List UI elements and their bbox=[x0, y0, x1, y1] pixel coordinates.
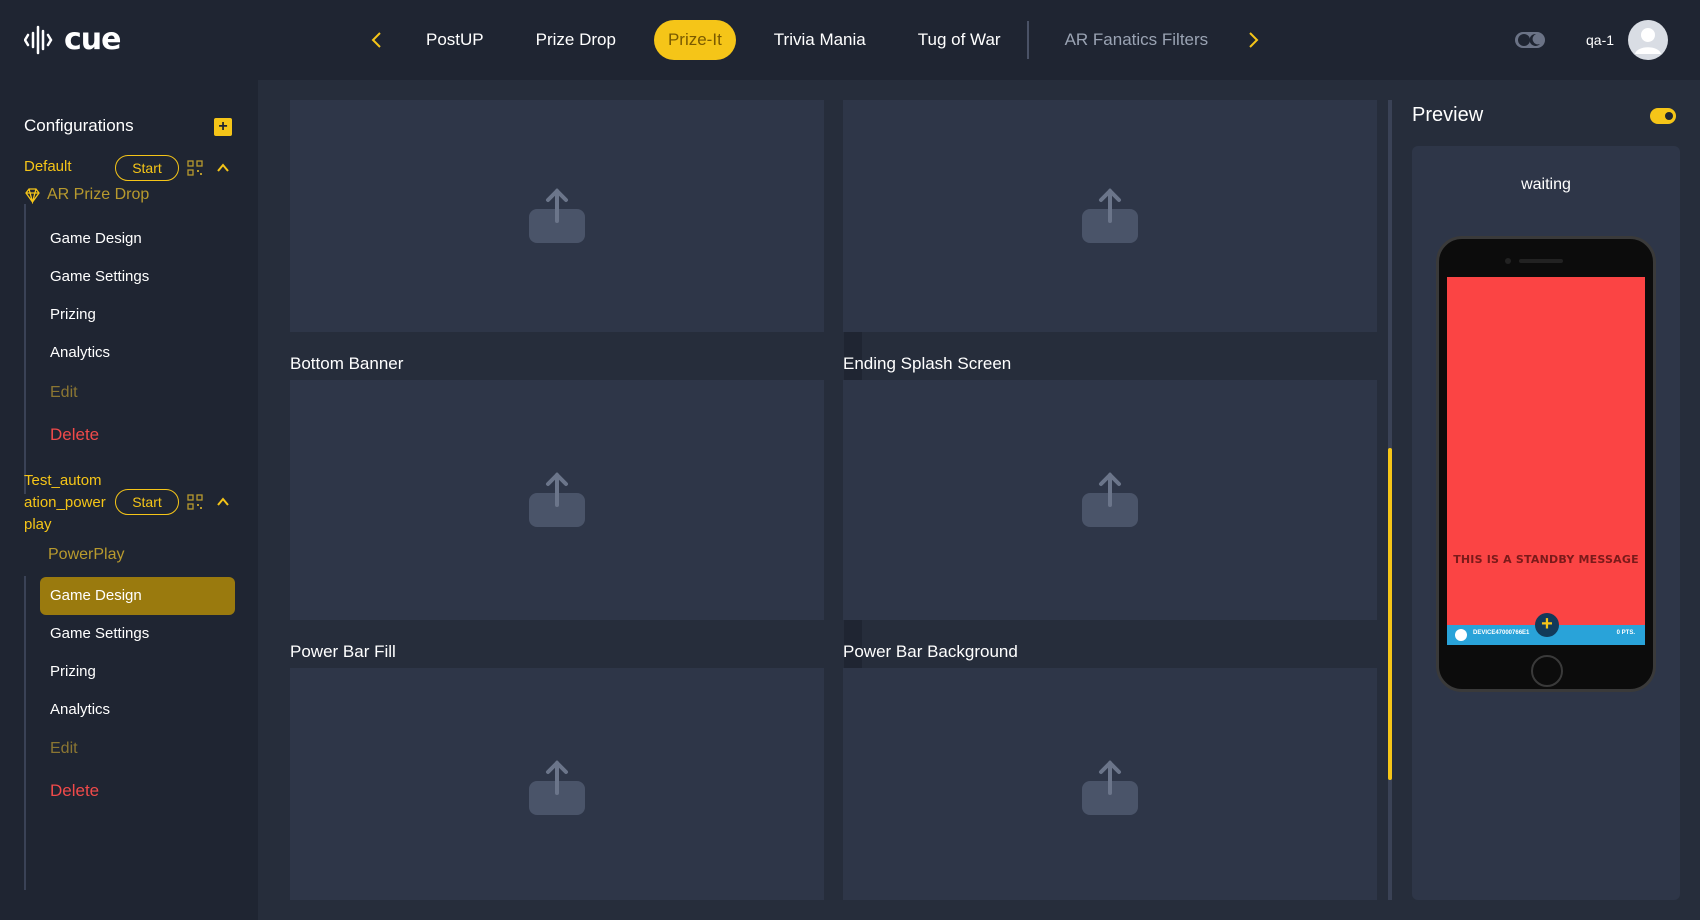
tab-prize-it[interactable]: Prize-It bbox=[653, 20, 736, 60]
phone-camera bbox=[1505, 258, 1511, 264]
menu-analytics[interactable]: Analytics bbox=[40, 691, 235, 729]
tree-line bbox=[24, 204, 26, 494]
game-tabs: PostUP Prize Drop Prize-It Trivia Mania … bbox=[412, 20, 1222, 60]
delete-button[interactable]: Delete bbox=[40, 772, 235, 810]
menu-analytics[interactable]: Analytics bbox=[40, 334, 235, 372]
config-name-default[interactable]: Default bbox=[24, 156, 72, 178]
phone-home-button bbox=[1531, 655, 1563, 687]
preview-status: waiting bbox=[1521, 176, 1571, 193]
menu-game-design[interactable]: Game Design bbox=[40, 220, 235, 258]
upload-icon bbox=[529, 760, 585, 815]
chevron-right-icon[interactable] bbox=[1242, 26, 1266, 54]
config-name-line: Test_autom bbox=[24, 472, 102, 489]
phone-mockup: THIS IS A STANDBY MESSAGE + DEVICE470007… bbox=[1436, 236, 1656, 692]
start-button-test-automation[interactable]: Start bbox=[115, 489, 179, 515]
tab-trivia-mania[interactable]: Trivia Mania bbox=[760, 20, 880, 60]
logo-text: cue bbox=[64, 22, 121, 57]
upload-dropzone-bottom-banner[interactable] bbox=[290, 380, 824, 620]
preview-toggle[interactable] bbox=[1650, 108, 1676, 124]
upload-grid: Bottom Banner Ending Splash Screen Power… bbox=[278, 100, 1394, 900]
diamond-icon bbox=[25, 187, 40, 204]
qr-code-icon[interactable] bbox=[187, 494, 203, 510]
upload-icon bbox=[1082, 472, 1138, 527]
user-name: qa-1 bbox=[1586, 32, 1615, 48]
upload-icon bbox=[529, 472, 585, 527]
scrollbar-thumb[interactable] bbox=[1388, 448, 1392, 780]
config-name-line: play bbox=[24, 516, 52, 533]
top-bar: cue PostUP Prize Drop Prize-It Trivia Ma… bbox=[0, 0, 1700, 80]
scrollbar[interactable] bbox=[1388, 100, 1392, 900]
game-type-ar-prize-drop: AR Prize Drop bbox=[24, 186, 149, 204]
points: 0 PTS. bbox=[1616, 630, 1635, 636]
tab-ar-fanatics-filters[interactable]: AR Fanatics Filters bbox=[1051, 20, 1223, 60]
app-logo[interactable]: cue bbox=[24, 22, 121, 57]
upload-label-power-bar-background: Power Bar Background bbox=[843, 642, 1018, 661]
configurations-title: Configurations bbox=[24, 116, 134, 135]
tab-postup[interactable]: PostUP bbox=[412, 20, 498, 60]
upload-label-power-bar-fill: Power Bar Fill bbox=[290, 642, 396, 661]
logo-waveform-icon bbox=[24, 25, 53, 54]
add-configuration-button[interactable]: + bbox=[214, 118, 232, 136]
upload-dropzone-power-bar-fill[interactable] bbox=[290, 668, 824, 900]
phone-status-bar: + DEVICE47000766E1 0 PTS. bbox=[1447, 613, 1645, 645]
phone-speaker bbox=[1519, 259, 1563, 263]
chevron-left-icon[interactable] bbox=[364, 26, 388, 54]
upload-dropzone[interactable] bbox=[290, 100, 824, 332]
tree-line bbox=[24, 576, 26, 890]
tab-divider bbox=[1026, 21, 1029, 59]
device-id: DEVICE47000766E1 bbox=[1473, 630, 1530, 636]
collapse-chevron-icon[interactable] bbox=[216, 495, 230, 509]
edit-button[interactable]: Edit bbox=[40, 374, 235, 412]
plus-icon: + bbox=[1535, 613, 1559, 637]
tab-tug-of-war[interactable]: Tug of War bbox=[904, 20, 1015, 60]
edit-button[interactable]: Edit bbox=[40, 730, 235, 768]
collapse-chevron-icon[interactable] bbox=[216, 161, 230, 175]
tab-prize-drop[interactable]: Prize Drop bbox=[522, 20, 630, 60]
delete-button[interactable]: Delete bbox=[40, 416, 235, 454]
theme-toggle[interactable] bbox=[1514, 30, 1546, 50]
upload-label-ending-splash: Ending Splash Screen bbox=[843, 354, 1012, 373]
qr-code-icon[interactable] bbox=[187, 160, 203, 176]
menu-prizing[interactable]: Prizing bbox=[40, 296, 235, 334]
game-type-powerplay: PowerPlay bbox=[48, 546, 124, 564]
menu-game-settings[interactable]: Game Settings bbox=[40, 615, 235, 653]
menu-game-design[interactable]: Game Design bbox=[40, 577, 235, 615]
preview-title: Preview bbox=[1412, 104, 1484, 126]
game-type-label: AR Prize Drop bbox=[47, 186, 150, 203]
preview-panel: waiting THIS IS A STANDBY MESSAGE + DEVI… bbox=[1412, 146, 1680, 900]
upload-icon bbox=[529, 188, 585, 243]
sidebar: Configurations + Default Start AR Prize … bbox=[0, 80, 258, 920]
start-button-default[interactable]: Start bbox=[115, 155, 179, 181]
upload-icon bbox=[1082, 188, 1138, 243]
upload-label-bottom-banner: Bottom Banner bbox=[290, 354, 404, 373]
user-avatar-icon[interactable] bbox=[1628, 20, 1668, 60]
game-type-label: PowerPlay bbox=[48, 546, 125, 563]
config-name-test-automation[interactable]: Test_autom ation_power play bbox=[24, 470, 106, 536]
standby-message: THIS IS A STANDBY MESSAGE bbox=[1453, 553, 1639, 566]
menu-game-settings[interactable]: Game Settings bbox=[40, 258, 235, 296]
upload-icon bbox=[1082, 760, 1138, 815]
upload-dropzone-ending-splash[interactable] bbox=[843, 380, 1377, 620]
main-content: Bottom Banner Ending Splash Screen Power… bbox=[258, 80, 1700, 920]
phone-screen: THIS IS A STANDBY MESSAGE + DEVICE470007… bbox=[1447, 277, 1645, 645]
upload-dropzone-power-bar-background[interactable] bbox=[843, 668, 1377, 900]
user-dot-icon bbox=[1455, 629, 1467, 641]
dark-mode-icon bbox=[1515, 32, 1545, 48]
config-name-line: ation_power bbox=[24, 494, 106, 511]
upload-dropzone[interactable] bbox=[843, 100, 1377, 332]
menu-prizing[interactable]: Prizing bbox=[40, 653, 235, 691]
